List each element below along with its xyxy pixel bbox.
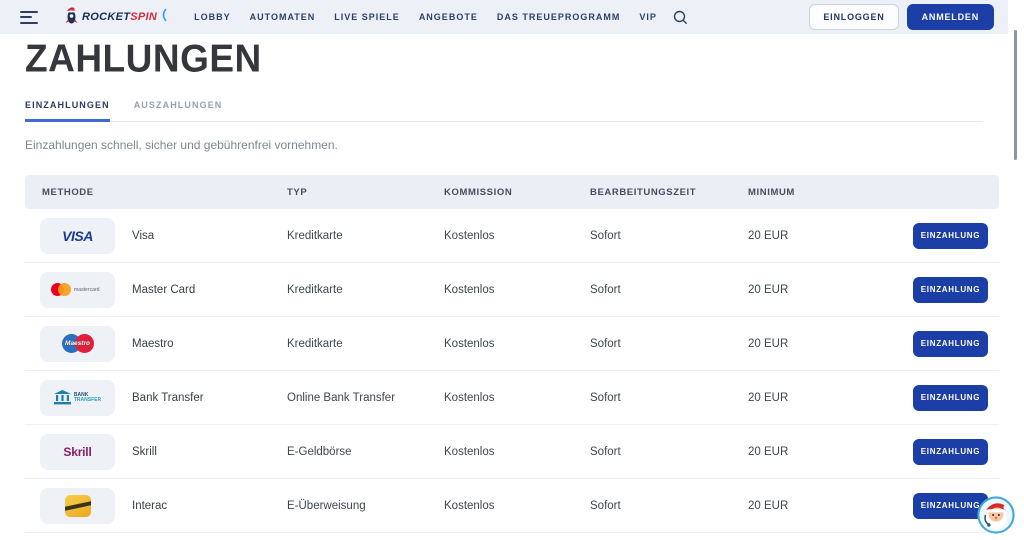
commission-value: Kostenlos xyxy=(444,392,590,404)
tab-einzahlungen[interactable]: EINZAHLUNGEN xyxy=(25,100,110,122)
live-chat-widget[interactable] xyxy=(977,496,1015,534)
hamburger-menu-icon[interactable] xyxy=(20,11,40,24)
top-nav: ROCKETSPIN LOBBY AUTOMATEN LIVE SPIELE A… xyxy=(0,0,1008,34)
deposit-button[interactable]: EINZAHLUNG xyxy=(913,223,988,249)
col-header-typ: TYP xyxy=(287,187,444,198)
bank-icon xyxy=(54,390,71,405)
method-name: Skrill xyxy=(132,446,157,458)
nav-item-automaten[interactable]: AUTOMATEN xyxy=(250,12,316,22)
type-value: E-Geldbörse xyxy=(287,446,444,458)
col-header-methode: METHODE xyxy=(25,187,287,198)
nav-item-live-spiele[interactable]: LIVE SPIELE xyxy=(334,12,400,22)
page-title: ZAHLUNGEN xyxy=(25,37,983,81)
table-row: mastercard Master Card Kreditkarte Koste… xyxy=(25,263,999,317)
tab-auszahlungen[interactable]: AUSZAHLUNGEN xyxy=(134,100,223,121)
minimum-value: 20 EUR xyxy=(748,392,888,404)
santa-support-icon xyxy=(977,496,1015,534)
payment-methods-table: METHODE TYP KOMMISSION BEARBEITUNGSZEIT … xyxy=(25,175,999,533)
processing-value: Sofort xyxy=(590,284,748,296)
minimum-value: 20 EUR xyxy=(748,338,888,350)
minimum-value: 20 EUR xyxy=(748,284,888,296)
method-name: Bank Transfer xyxy=(132,392,204,404)
type-value: Kreditkarte xyxy=(287,230,444,242)
table-row: VISA Visa Kreditkarte Kostenlos Sofort 2… xyxy=(25,209,999,263)
processing-value: Sofort xyxy=(590,392,748,404)
scrollbar-track xyxy=(1008,0,1024,540)
deposit-button[interactable]: EINZAHLUNG xyxy=(913,385,988,411)
mastercard-logo: mastercard xyxy=(40,272,115,308)
minimum-value: 20 EUR xyxy=(748,500,888,512)
processing-value: Sofort xyxy=(590,500,748,512)
table-row: Skrill Skrill E-Geldbörse Kostenlos Sofo… xyxy=(25,425,999,479)
main-content: ZAHLUNGEN EINZAHLUNGEN AUSZAHLUNGEN Einz… xyxy=(0,34,1008,533)
processing-value: Sofort xyxy=(590,230,748,242)
method-name: Master Card xyxy=(132,284,195,296)
payments-page: ROCKETSPIN LOBBY AUTOMATEN LIVE SPIELE A… xyxy=(0,0,1024,540)
nav-item-angebote[interactable]: ANGEBOTE xyxy=(419,12,478,22)
type-value: E-Überweisung xyxy=(287,500,444,512)
rocket-logo-icon xyxy=(64,6,79,29)
commission-value: Kostenlos xyxy=(444,500,590,512)
scrollbar-thumb[interactable] xyxy=(1014,30,1017,160)
payments-tabs: EINZAHLUNGEN AUSZAHLUNGEN xyxy=(25,100,983,122)
commission-value: Kostenlos xyxy=(444,338,590,350)
method-name: Maestro xyxy=(132,338,174,350)
skrill-logo: Skrill xyxy=(40,434,115,470)
register-button[interactable]: ANMELDEN xyxy=(907,4,994,30)
deposit-button[interactable]: EINZAHLUNG xyxy=(913,439,988,465)
type-value: Online Bank Transfer xyxy=(287,392,444,404)
processing-value: Sofort xyxy=(590,446,748,458)
commission-value: Kostenlos xyxy=(444,284,590,296)
table-row: BANKTRANSFER Bank Transfer Online Bank T… xyxy=(25,371,999,425)
search-icon[interactable] xyxy=(673,10,688,25)
type-value: Kreditkarte xyxy=(287,338,444,350)
method-name: Interac xyxy=(132,500,167,512)
col-header-kommission: KOMMISSION xyxy=(444,187,590,198)
table-header: METHODE TYP KOMMISSION BEARBEITUNGSZEIT … xyxy=(25,175,999,209)
type-value: Kreditkarte xyxy=(287,284,444,296)
brand-swoosh-icon xyxy=(160,8,168,27)
deposit-button[interactable]: EINZAHLUNG xyxy=(913,331,988,357)
nav-item-lobby[interactable]: LOBBY xyxy=(194,12,231,22)
auth-buttons: EINLOGGEN ANMELDEN xyxy=(809,4,994,30)
table-row: Interac E-Überweisung Kostenlos Sofort 2… xyxy=(25,479,999,533)
nav-menu: LOBBY AUTOMATEN LIVE SPIELE ANGEBOTE DAS… xyxy=(194,12,657,22)
page-description: Einzahlungen schnell, sicher und gebühre… xyxy=(25,138,983,152)
brand-logo[interactable]: ROCKETSPIN xyxy=(64,6,168,29)
brand-wordmark: ROCKETSPIN xyxy=(82,11,157,23)
nav-item-treueprogramm[interactable]: DAS TREUEPROGRAMM xyxy=(497,12,621,22)
visa-logo: VISA xyxy=(40,218,115,254)
commission-value: Kostenlos xyxy=(444,230,590,242)
col-header-minimum: MINIMUM xyxy=(748,187,888,198)
interac-logo xyxy=(40,488,115,524)
processing-value: Sofort xyxy=(590,338,748,350)
deposit-button[interactable]: EINZAHLUNG xyxy=(913,277,988,303)
commission-value: Kostenlos xyxy=(444,446,590,458)
col-header-bearbeitungszeit: BEARBEITUNGSZEIT xyxy=(590,187,748,198)
bank-transfer-logo: BANKTRANSFER xyxy=(40,380,115,416)
method-name: Visa xyxy=(132,230,154,242)
table-row: Maestro Maestro Kreditkarte Kostenlos So… xyxy=(25,317,999,371)
nav-item-vip[interactable]: VIP xyxy=(639,12,657,22)
minimum-value: 20 EUR xyxy=(748,230,888,242)
minimum-value: 20 EUR xyxy=(748,446,888,458)
maestro-logo: Maestro xyxy=(40,326,115,362)
login-button[interactable]: EINLOGGEN xyxy=(809,4,898,30)
